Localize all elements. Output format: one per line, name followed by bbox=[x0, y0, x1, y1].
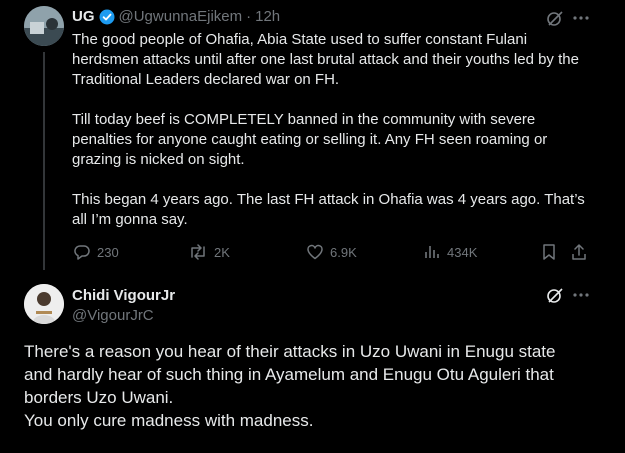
share-icon bbox=[572, 244, 586, 260]
reply-line: and hardly hear of such thing in Ayamelu… bbox=[24, 365, 554, 384]
grok-icon[interactable] bbox=[546, 9, 564, 32]
tweet-time[interactable]: 12h bbox=[255, 8, 280, 25]
views-count: 434K bbox=[447, 244, 478, 260]
like-count: 6.9K bbox=[330, 244, 357, 260]
views-icon bbox=[425, 246, 439, 258]
reply-icon bbox=[74, 245, 90, 260]
tweet-paragraph: This began 4 years ago. The last FH atta… bbox=[72, 191, 585, 228]
more-options-icon[interactable] bbox=[572, 287, 590, 308]
reply-author-avatar[interactable] bbox=[24, 284, 64, 324]
bookmark-icon bbox=[543, 244, 555, 260]
reply-author-handle[interactable]: @VigourJrC bbox=[72, 306, 175, 326]
tweet-text: The good people of Ohafia, Abia State us… bbox=[72, 30, 592, 230]
heart-icon bbox=[307, 244, 323, 260]
thread-connector bbox=[43, 52, 45, 270]
reply-line: borders Uzo Uwani. bbox=[24, 388, 174, 407]
tweet-paragraph: Till today beef is COMPLETELY banned in … bbox=[72, 111, 548, 168]
avatar-photo bbox=[24, 6, 64, 46]
reply-header: Chidi VigourJr @VigourJrC bbox=[72, 286, 175, 326]
repost-icon bbox=[191, 244, 205, 260]
reply-text: There's a reason you hear of their attac… bbox=[24, 340, 614, 432]
reply-author-name[interactable]: Chidi VigourJr bbox=[72, 286, 175, 306]
verified-badge-icon bbox=[99, 9, 115, 25]
repost-button[interactable]: 2K bbox=[188, 243, 230, 261]
dot-separator: · bbox=[246, 8, 252, 25]
share-button[interactable] bbox=[570, 243, 588, 261]
author-handle[interactable]: @UgwunnaEjikem bbox=[119, 8, 243, 25]
avatar-photo bbox=[24, 284, 64, 324]
repost-count: 2K bbox=[214, 244, 230, 260]
reply-count: 230 bbox=[97, 244, 119, 260]
views-button[interactable]: 434K bbox=[423, 243, 477, 261]
tweet-header: UG @UgwunnaEjikem · 12h bbox=[72, 8, 280, 25]
reply-line: You only cure madness with madness. bbox=[24, 411, 314, 430]
like-button[interactable]: 6.9K bbox=[306, 243, 357, 261]
more-options-icon[interactable] bbox=[572, 10, 590, 31]
author-name[interactable]: UG bbox=[72, 8, 95, 25]
bookmark-button[interactable] bbox=[541, 243, 557, 261]
reply-button[interactable]: 230 bbox=[73, 243, 119, 261]
tweet-paragraph: The good people of Ohafia, Abia State us… bbox=[72, 31, 579, 88]
reply-line: There's a reason you hear of their attac… bbox=[24, 342, 556, 361]
grok-icon[interactable] bbox=[546, 286, 564, 309]
author-avatar[interactable] bbox=[24, 6, 64, 46]
